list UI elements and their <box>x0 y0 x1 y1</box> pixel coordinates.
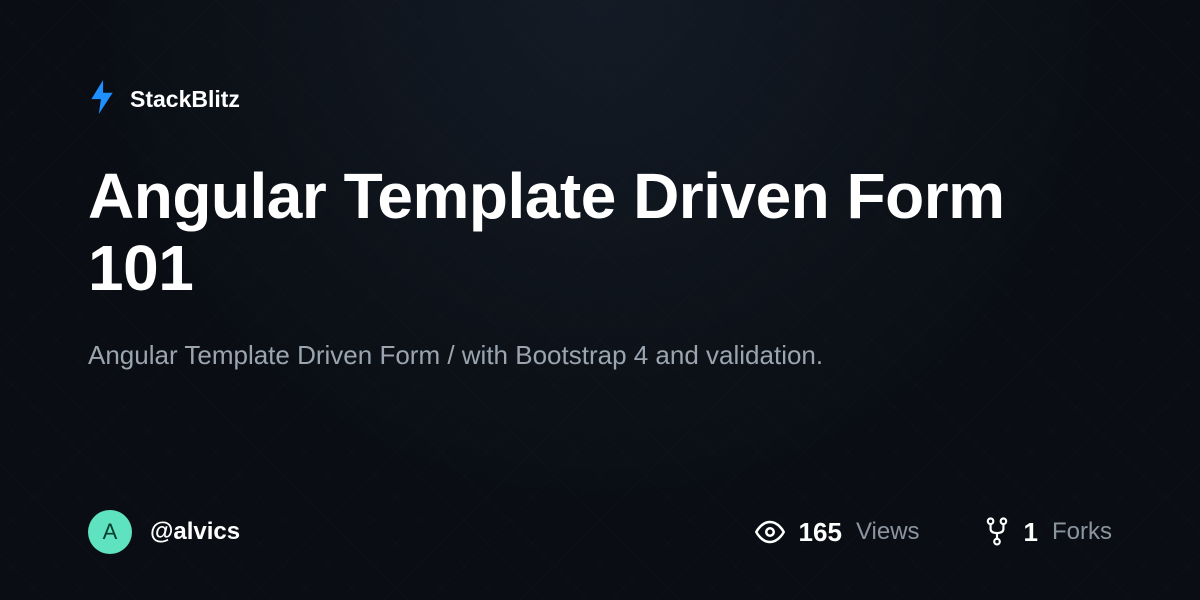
forks-label: Forks <box>1052 518 1112 546</box>
author-handle: @alvics <box>150 518 240 546</box>
project-card: StackBlitz Angular Template Driven Form … <box>0 0 1200 600</box>
avatar: A <box>88 510 132 554</box>
project-title: Angular Template Driven Form 101 <box>88 161 1068 304</box>
eye-icon <box>755 517 785 547</box>
brand-header: StackBlitz <box>88 80 1112 119</box>
views-stat: 165 Views <box>755 517 920 548</box>
fork-icon <box>984 517 1010 547</box>
project-description: Angular Template Driven Form / with Boot… <box>88 336 848 375</box>
author-info[interactable]: A @alvics <box>88 510 240 554</box>
forks-count: 1 <box>1024 517 1038 548</box>
footer-bar: A @alvics 165 Views <box>88 510 1112 554</box>
bolt-icon <box>88 80 116 119</box>
brand-name: StackBlitz <box>130 86 240 113</box>
views-count: 165 <box>799 517 842 548</box>
views-label: Views <box>856 518 920 546</box>
stats-group: 165 Views 1 Forks <box>755 517 1112 548</box>
forks-stat: 1 Forks <box>984 517 1112 548</box>
